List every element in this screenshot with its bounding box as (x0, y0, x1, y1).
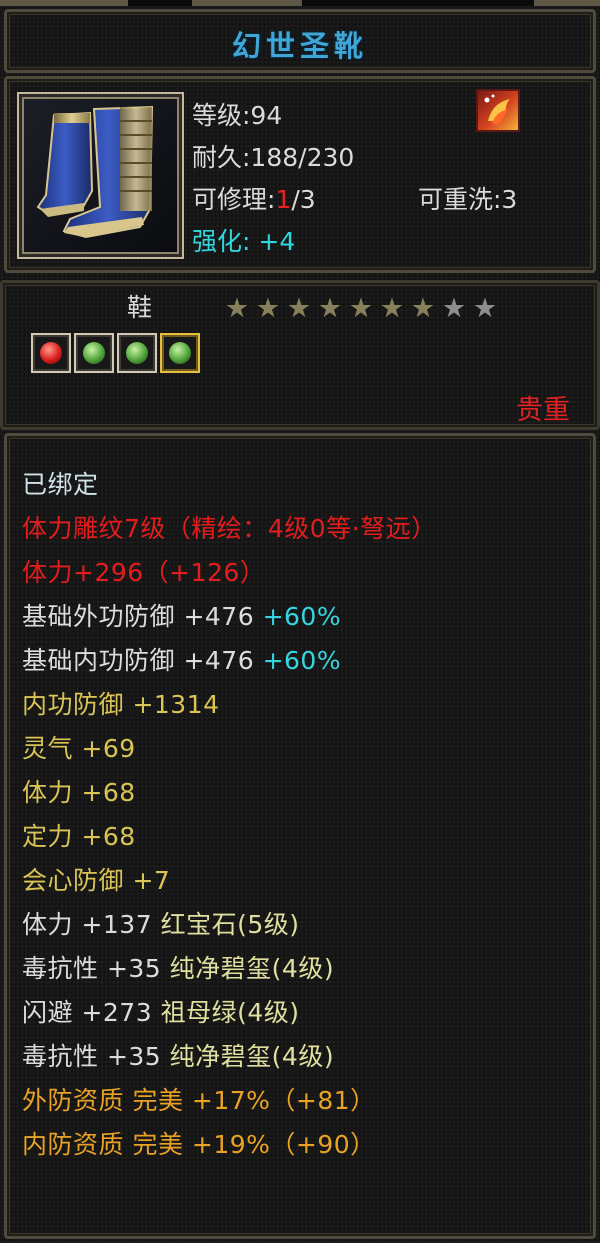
gem-line: 闪避 +273 祖母绿(4级) (22, 993, 299, 1029)
base-outer-def-pct: +60% (262, 602, 342, 631)
inner-def-line: 内功防御 +1314 (22, 690, 220, 719)
enhance-prefix: 强化: (192, 227, 251, 256)
gem-stat: 毒抗性 +35 (22, 954, 170, 983)
star-filled-icon: ★ (317, 293, 343, 324)
top-strip (0, 0, 600, 6)
repair-prefix: 可修理: (192, 185, 276, 214)
gem-line: 毒抗性 +35 纯净碧玺(4级) (22, 949, 334, 985)
star-filled-icon: ★ (224, 293, 250, 324)
bound-status: 已绑定 (22, 470, 99, 499)
star-filled-icon: ★ (348, 293, 374, 324)
durability-text: 耐久:188/230 (192, 143, 355, 172)
gem-socket[interactable] (31, 333, 71, 373)
gem-socket[interactable] (160, 333, 200, 373)
green-gem-icon (126, 342, 148, 364)
stamina-main-line: 体力+296（+126） (22, 558, 266, 587)
bonus-status-icon[interactable] (476, 89, 520, 132)
gem-stat: 闪避 +273 (22, 998, 161, 1027)
boots-icon (24, 99, 177, 252)
gem-name: 纯净碧玺(4级) (169, 954, 335, 983)
gem-stat: 毒抗性 +35 (22, 1042, 170, 1071)
crit-def-line: 会心防御 +7 (22, 866, 171, 895)
star-filled-icon: ★ (286, 293, 312, 324)
gem-name: 红宝石(5级) (160, 910, 300, 939)
outer-quality-line: 外防资质 完美 +17%（+81） (22, 1086, 376, 1115)
star-empty-icon: ★ (441, 293, 467, 324)
gem-stat: 体力 +137 (22, 910, 161, 939)
star-filled-icon: ★ (379, 293, 405, 324)
repair-text: 可修理:1/3 (192, 180, 316, 216)
gem-name: 祖母绿(4级) (160, 998, 300, 1027)
stamina-line: 体力 +68 (22, 778, 136, 807)
base-inner-def-pct: +60% (262, 646, 342, 675)
base-outer-def-text: 基础外功防御 +476 (22, 602, 263, 631)
star-filled-icon: ★ (255, 293, 281, 324)
repair-suffix: /3 (291, 185, 316, 214)
item-tooltip: 幻世圣靴 等级:94 耐久:188/230 可修理:1/3 可重洗:3 强化: … (0, 0, 600, 1243)
green-gem-icon (169, 342, 191, 364)
enhance-text: 强化: +4 (192, 222, 295, 258)
gem-line: 体力 +137 红宝石(5级) (22, 905, 299, 941)
gem-sockets (31, 333, 200, 373)
base-inner-def-line: 基础内功防御 +476 +60% (22, 641, 341, 677)
gem-socket[interactable] (74, 333, 114, 373)
green-gem-icon (83, 342, 105, 364)
base-outer-def-line: 基础外功防御 +476 +60% (22, 597, 341, 633)
repair-current: 1 (275, 185, 292, 214)
spirit-line: 灵气 +69 (22, 734, 136, 763)
star-filled-icon: ★ (410, 293, 436, 324)
gem-name: 纯净碧玺(4级) (169, 1042, 335, 1071)
item-type: 鞋 (127, 293, 153, 322)
enhance-value: +4 (258, 227, 296, 256)
star-rating: ★ ★ ★ ★ ★ ★ ★ ★ ★ (222, 294, 500, 323)
item-name: 幻世圣靴 (231, 29, 368, 63)
base-inner-def-text: 基础内功防御 +476 (22, 646, 263, 675)
star-empty-icon: ★ (472, 293, 498, 324)
level-text: 等级:94 (192, 101, 283, 130)
focus-line: 定力 +68 (22, 822, 136, 851)
rarity-label: 贵重 (516, 395, 570, 426)
carving-line: 体力雕纹7级（精绘：4级0等·弩远） (22, 514, 437, 543)
item-icon-frame[interactable] (17, 92, 184, 259)
gem-line: 毒抗性 +35 纯净碧玺(4级) (22, 1037, 334, 1073)
inner-quality-line: 内防资质 完美 +19%（+90） (22, 1130, 376, 1159)
reroll-text: 可重洗:3 (418, 185, 518, 214)
red-gem-icon (40, 342, 62, 364)
gem-socket[interactable] (117, 333, 157, 373)
